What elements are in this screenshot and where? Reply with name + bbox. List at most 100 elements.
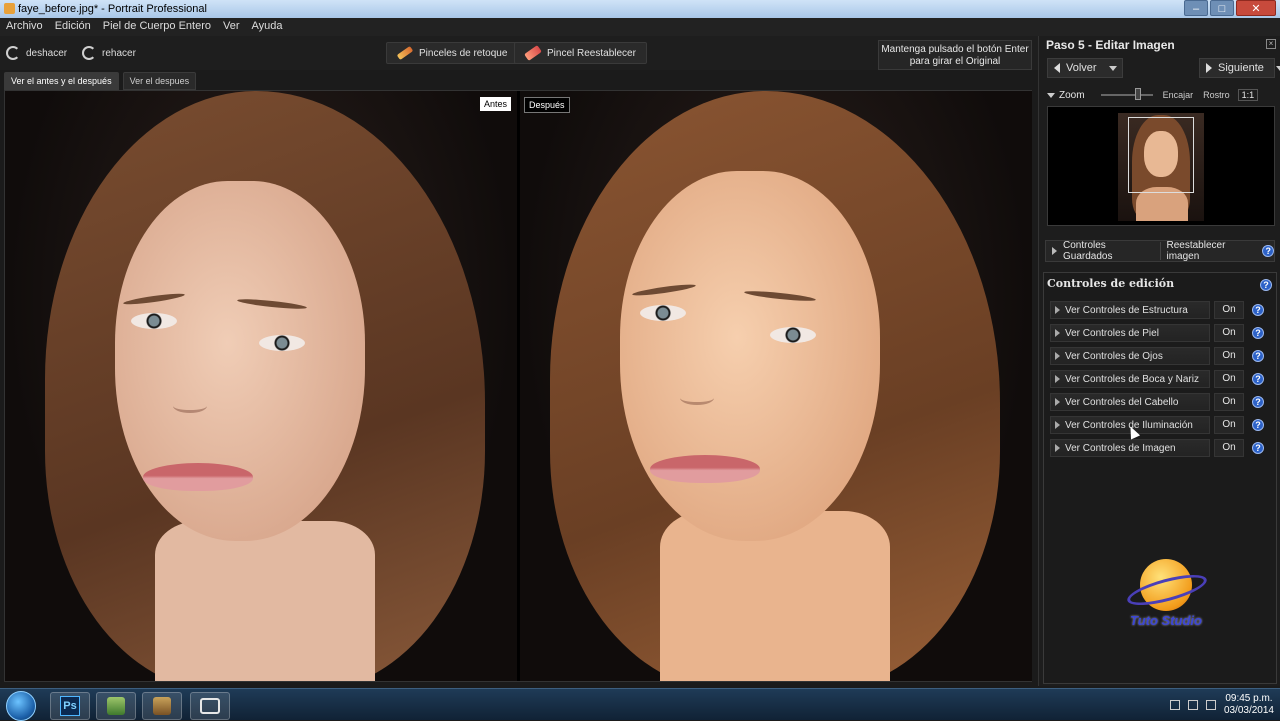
expand-icon (1055, 306, 1060, 314)
hair-controls-button[interactable]: Ver Controles del Cabello (1050, 393, 1210, 411)
taskbar-app-4[interactable] (190, 692, 230, 720)
app-icon-window (200, 698, 220, 714)
taskbar-photoshop[interactable]: Ps (50, 692, 90, 720)
zoom-slider-knob[interactable] (1134, 88, 1141, 100)
next-button[interactable]: Siguiente (1199, 58, 1280, 78)
flag-icon[interactable] (1169, 700, 1180, 710)
image-on-toggle[interactable]: On (1214, 439, 1244, 457)
redo-button[interactable]: rehacer (82, 43, 136, 63)
zoom-1to1-button[interactable]: 1:1 (1237, 89, 1259, 101)
back-dropdown-icon[interactable] (1108, 65, 1117, 71)
help-icon[interactable]: ? (1252, 419, 1264, 431)
menu-ver[interactable]: Ver (217, 18, 246, 36)
help-icon[interactable]: ? (1262, 245, 1274, 257)
tab-before-after[interactable]: Ver el antes y el después (4, 72, 119, 90)
help-icon[interactable]: ? (1252, 350, 1264, 362)
reset-brush-label: Pincel Reestablecer (547, 47, 636, 59)
control-label: Ver Controles de Estructura (1065, 304, 1188, 316)
hair-on-toggle[interactable]: On (1214, 393, 1244, 411)
saved-controls-expand-icon[interactable] (1052, 247, 1057, 255)
volume-icon[interactable] (1205, 700, 1216, 710)
clock[interactable]: 09:45 p.m. 03/03/2014 (1224, 693, 1274, 717)
taskbar-app-2[interactable] (96, 692, 136, 720)
edit-controls-box: Controles de edición ? Ver Controles de … (1043, 272, 1277, 684)
control-row-skin: Ver Controles de Piel On ? (1050, 324, 1272, 342)
undo-button[interactable]: deshacer (6, 43, 67, 63)
expand-icon (1055, 398, 1060, 406)
control-label: Ver Controles de Imagen (1065, 442, 1176, 454)
panel-close-icon[interactable]: × (1266, 39, 1276, 49)
skin-on-toggle[interactable]: On (1214, 324, 1244, 342)
close-button[interactable]: ✕ (1236, 0, 1276, 16)
retouch-brushes-label: Pinceles de retoque (419, 47, 508, 59)
control-row-mouth-nose: Ver Controles de Boca y Nariz On ? (1050, 370, 1272, 388)
image-controls-button[interactable]: Ver Controles de Imagen (1050, 439, 1210, 457)
help-icon[interactable]: ? (1252, 327, 1264, 339)
structure-on-toggle[interactable]: On (1214, 301, 1244, 319)
lighting-on-toggle[interactable]: On (1214, 416, 1244, 434)
control-row-hair: Ver Controles del Cabello On ? (1050, 393, 1272, 411)
mouth-nose-controls-button[interactable]: Ver Controles de Boca y Nariz (1050, 370, 1210, 388)
back-arrow-icon (1054, 63, 1060, 73)
structure-controls-button[interactable]: Ver Controles de Estructura (1050, 301, 1210, 319)
expand-icon (1055, 375, 1060, 383)
app-icon-green (107, 697, 125, 715)
zoom-face-button[interactable]: Rostro (1203, 90, 1230, 100)
redo-icon (82, 46, 96, 60)
menu-edicion[interactable]: Edición (49, 18, 97, 36)
help-icon[interactable]: ? (1260, 279, 1272, 291)
edit-controls-title: Controles de edición (1047, 277, 1175, 290)
skin-controls-button[interactable]: Ver Controles de Piel (1050, 324, 1210, 342)
help-icon[interactable]: ? (1252, 442, 1264, 454)
before-image: Antes (5, 91, 517, 681)
reset-brush-button[interactable]: Pincel Reestablecer (514, 42, 647, 64)
app-icon-portrait (153, 697, 171, 715)
eraser-icon (524, 45, 542, 61)
eyes-on-toggle[interactable]: On (1214, 347, 1244, 365)
help-icon[interactable]: ? (1252, 373, 1264, 385)
retouch-brushes-button[interactable]: Pinceles de retoque (386, 42, 519, 64)
reset-image-button[interactable]: Reestablecer imagen (1166, 240, 1256, 262)
hold-hint-line1: Mantenga pulsado el botón Enter (881, 44, 1029, 55)
network-icon[interactable] (1187, 700, 1198, 710)
hold-enter-hint: Mantenga pulsado el botón Enter para gir… (878, 40, 1032, 70)
zoom-fit-button[interactable]: Encajar (1163, 90, 1194, 100)
expand-icon (1055, 421, 1060, 429)
image-canvas[interactable]: Antes Después (4, 90, 1032, 682)
menu-archivo[interactable]: Archivo (0, 18, 49, 36)
menu-ayuda[interactable]: Ayuda (246, 18, 289, 36)
menu-piel-cuerpo[interactable]: Piel de Cuerpo Entero (97, 18, 217, 36)
taskbar-portrait-professional[interactable] (142, 692, 182, 720)
back-button[interactable]: Volver (1047, 58, 1123, 78)
app-icon (4, 3, 15, 14)
zoom-label: Zoom (1059, 89, 1085, 101)
before-label: Antes (479, 97, 511, 111)
mouth-nose-on-toggle[interactable]: On (1214, 370, 1244, 388)
logo-text: Tuto Studio (1130, 613, 1202, 628)
saved-controls-button[interactable]: Controles Guardados (1063, 240, 1154, 262)
thumbnail-viewport-frame[interactable] (1128, 117, 1194, 193)
zoom-slider[interactable] (1100, 88, 1153, 100)
back-label: Volver (1066, 62, 1097, 74)
help-icon[interactable]: ? (1252, 304, 1264, 316)
control-label: Ver Controles de Boca y Nariz (1065, 373, 1199, 385)
tab-after-only[interactable]: Ver el despues (122, 72, 197, 90)
help-icon[interactable]: ? (1252, 396, 1264, 408)
menu-bar: Archivo Edición Piel de Cuerpo Entero Ve… (0, 18, 1280, 36)
navigator-thumbnail[interactable] (1047, 106, 1275, 226)
expand-icon (1055, 352, 1060, 360)
minimize-button[interactable]: – (1184, 0, 1208, 16)
zoom-collapse-icon[interactable] (1047, 92, 1055, 98)
redo-label: rehacer (102, 47, 136, 59)
maximize-button[interactable]: □ (1210, 0, 1234, 16)
next-dropdown-icon[interactable] (1275, 65, 1280, 71)
control-row-structure: Ver Controles de Estructura On ? (1050, 301, 1272, 319)
eyes-controls-button[interactable]: Ver Controles de Ojos (1050, 347, 1210, 365)
next-arrow-icon (1206, 63, 1212, 73)
window-title: faye_before.jpg* - Portrait Professional (18, 3, 207, 15)
brush-icon (396, 45, 414, 61)
photoshop-icon: Ps (60, 696, 80, 716)
start-button[interactable] (6, 691, 36, 721)
control-label: Ver Controles de Piel (1065, 327, 1159, 339)
edit-panel: Paso 5 - Editar Imagen × Volver Siguient… (1038, 36, 1280, 686)
